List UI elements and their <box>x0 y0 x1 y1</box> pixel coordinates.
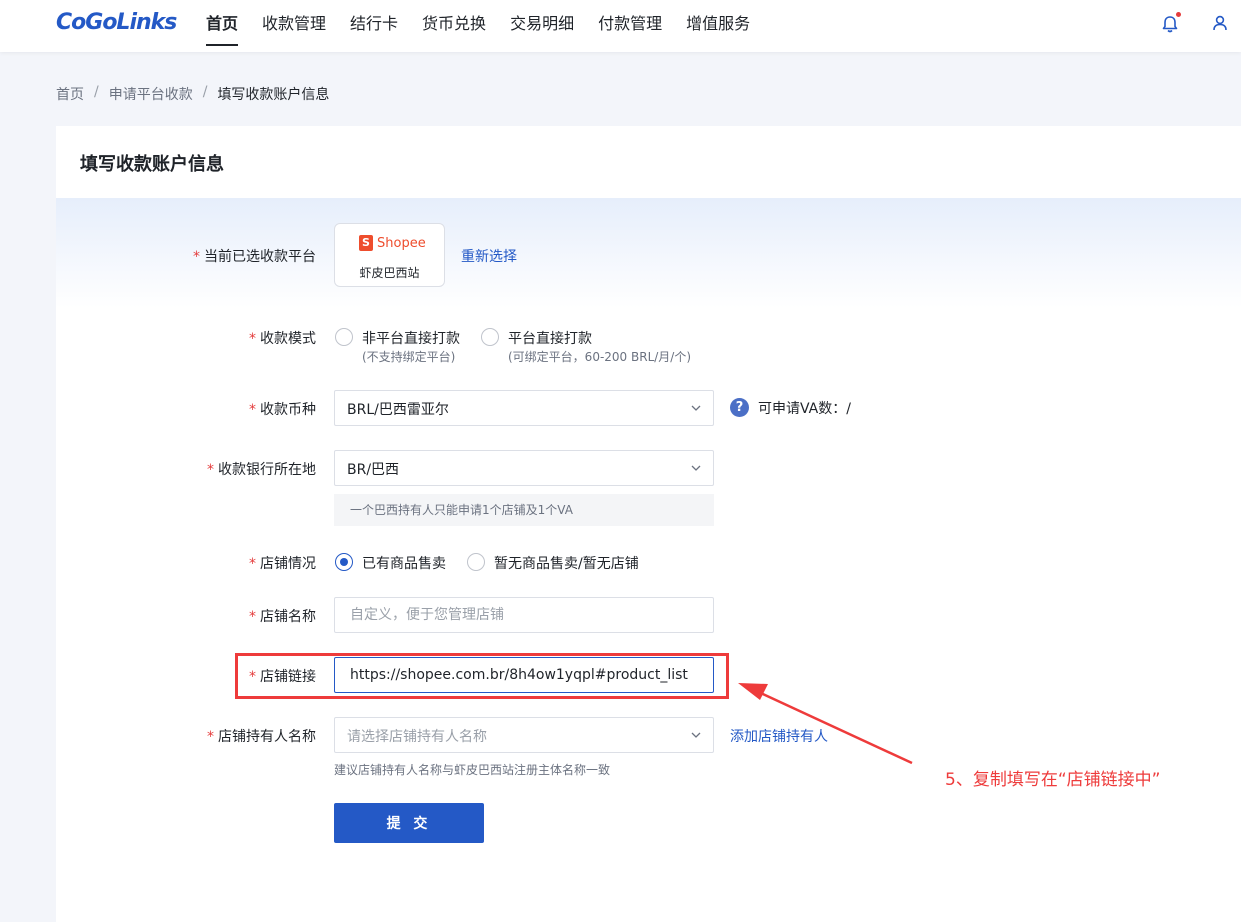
breadcrumb: 首页 / 申请平台收款 / 填写收款账户信息 <box>56 84 329 104</box>
store-owner-placeholder: 请选择店铺持有人名称 <box>347 729 487 745</box>
mode-radio-platform[interactable] <box>481 328 499 346</box>
mode-radio-non-platform[interactable] <box>335 328 353 346</box>
mode-label-text: 收款模式 <box>260 331 316 347</box>
store-owner-hint: 建议店铺持有人名称与虾皮巴西站注册主体名称一致 <box>334 763 611 777</box>
required-mark: * <box>249 609 256 625</box>
bank-location-hint: 一个巴西持有人只能申请1个店铺及1个VA <box>334 494 714 526</box>
platform-label-text: 当前已选收款平台 <box>204 249 316 265</box>
brand-logo[interactable]: CoGoLinks <box>56 10 177 35</box>
required-mark: * <box>193 249 200 265</box>
store-name-label: * 店铺名称 <box>249 606 316 626</box>
breadcrumb-separator: / <box>202 84 208 100</box>
mode-option-platform[interactable]: 平台直接打款 <box>508 328 592 348</box>
mode-option-non-platform-note: (不支持绑定平台) <box>362 350 456 364</box>
store-status-radio-no-products[interactable] <box>467 553 485 571</box>
chevron-down-icon <box>691 465 701 471</box>
shopee-bag-icon: S <box>359 235 373 251</box>
top-navbar: CoGoLinks 首页 收款管理 结行卡 货币兑换 交易明细 付款管理 增值服… <box>0 0 1241 52</box>
nav-item-cards[interactable]: 结行卡 <box>350 0 398 52</box>
va-count-text: 可申请VA数：/ <box>758 401 851 417</box>
store-owner-label-text: 店铺持有人名称 <box>218 729 316 745</box>
platform-name: 虾皮巴西站 <box>359 266 420 280</box>
bank-location-select[interactable]: BR/巴西 <box>334 450 714 486</box>
nav-item-transactions[interactable]: 交易明细 <box>510 0 574 52</box>
store-name-input[interactable] <box>334 597 714 633</box>
chevron-down-icon <box>691 732 701 738</box>
submit-button[interactable]: 提 交 <box>334 803 484 843</box>
required-mark: * <box>249 402 256 418</box>
notification-dot <box>1176 12 1181 17</box>
user-icon[interactable] <box>1211 14 1229 32</box>
required-mark: * <box>207 462 214 478</box>
form-card: 填写收款账户信息 * 当前已选收款平台 S Shopee 虾皮巴西站 重新选择 *… <box>56 126 1241 922</box>
shopee-logo: S Shopee <box>359 235 426 251</box>
required-mark: * <box>207 729 214 745</box>
shopee-logo-text: Shopee <box>377 235 426 251</box>
nav-item-currency-exchange[interactable]: 货币兑换 <box>422 0 486 52</box>
bank-location-select-value: BR/巴西 <box>347 462 400 478</box>
page-title: 填写收款账户信息 <box>80 154 224 175</box>
bank-location-label: * 收款银行所在地 <box>207 459 316 479</box>
annotation-text: 5、复制填写在“店铺链接中” <box>945 770 1161 790</box>
highlight-frame <box>235 653 729 699</box>
store-name-label-text: 店铺名称 <box>260 609 316 625</box>
mode-option-non-platform[interactable]: 非平台直接打款 <box>362 328 460 348</box>
bell-icon[interactable] <box>1160 14 1180 34</box>
nav-item-value-added[interactable]: 增值服务 <box>686 0 750 52</box>
breadcrumb-home[interactable]: 首页 <box>56 84 84 104</box>
store-owner-select[interactable]: 请选择店铺持有人名称 <box>334 717 714 753</box>
main-nav: 首页 收款管理 结行卡 货币兑换 交易明细 付款管理 增值服务 <box>206 0 750 52</box>
required-mark: * <box>249 331 256 347</box>
store-status-label: * 店铺情况 <box>249 553 316 573</box>
currency-select-value: BRL/巴西雷亚尔 <box>347 402 449 418</box>
nav-item-collections[interactable]: 收款管理 <box>262 0 326 52</box>
mode-label: * 收款模式 <box>249 328 316 348</box>
breadcrumb-separator: / <box>94 84 99 100</box>
chevron-down-icon <box>691 405 701 411</box>
store-status-option-has-products[interactable]: 已有商品售卖 <box>362 553 446 573</box>
currency-select[interactable]: BRL/巴西雷亚尔 <box>334 390 714 426</box>
store-status-label-text: 店铺情况 <box>260 556 316 572</box>
platform-card: S Shopee 虾皮巴西站 <box>334 223 445 287</box>
breadcrumb-current: 填写收款账户信息 <box>217 87 330 103</box>
mode-option-platform-note: (可绑定平台，60-200 BRL/月/个) <box>508 350 692 364</box>
store-status-radio-has-products[interactable] <box>335 553 353 571</box>
reselect-link[interactable]: 重新选择 <box>461 246 517 266</box>
nav-item-payments[interactable]: 付款管理 <box>598 0 662 52</box>
bank-location-label-text: 收款银行所在地 <box>218 462 316 478</box>
help-icon[interactable]: ? <box>730 398 749 417</box>
currency-label: * 收款币种 <box>249 399 316 419</box>
platform-label: * 当前已选收款平台 <box>193 246 316 266</box>
annotation-arrow-icon <box>738 683 913 765</box>
nav-item-home[interactable]: 首页 <box>206 0 239 52</box>
breadcrumb-apply[interactable]: 申请平台收款 <box>109 84 193 104</box>
currency-label-text: 收款币种 <box>260 402 316 418</box>
store-status-option-no-products[interactable]: 暂无商品售卖/暂无店铺 <box>494 553 639 573</box>
store-owner-label: * 店铺持有人名称 <box>207 726 316 746</box>
required-mark: * <box>249 556 256 572</box>
